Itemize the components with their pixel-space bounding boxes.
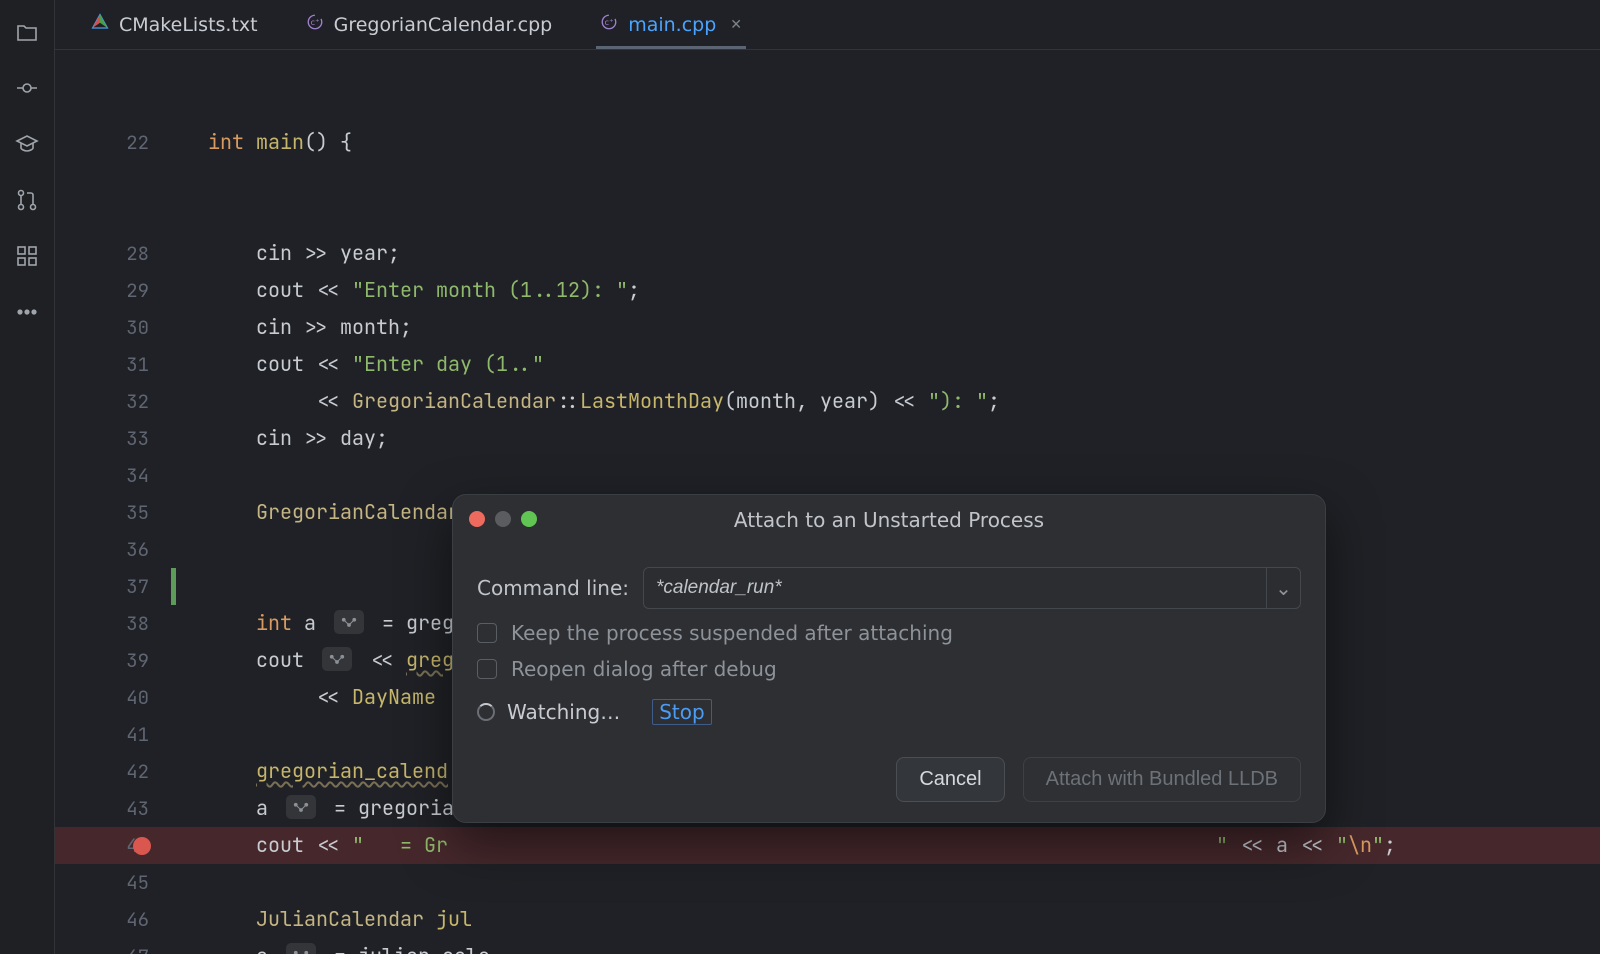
cmdline-label: Command line: [477, 576, 629, 600]
reopen-checkbox[interactable] [477, 659, 497, 679]
code-content: JulianCalendar jul [176, 901, 1600, 938]
code-line[interactable]: 47 a = julian_cale [55, 938, 1600, 954]
svg-text:c⁺: c⁺ [310, 17, 319, 27]
code-line[interactable]: 34 [55, 457, 1600, 494]
window-minimize-icon[interactable] [495, 511, 511, 527]
window-maximize-icon[interactable] [521, 511, 537, 527]
line-number: 40 [55, 679, 171, 716]
line-number: 34 [55, 457, 171, 494]
pull-requests-icon[interactable] [13, 186, 41, 214]
reopen-label: Reopen dialog after debug [511, 657, 777, 681]
spinner-icon [477, 703, 495, 721]
code-line[interactable]: 31 cout << "Enter day (1.." [55, 346, 1600, 383]
code-content: << GregorianCalendar::LastMonthDay(month… [176, 383, 1600, 420]
code-line[interactable]: 29 cout << "Enter month (1..12): "; [55, 272, 1600, 309]
attach-button[interactable]: Attach with Bundled LLDB [1023, 757, 1301, 802]
chevron-down-icon[interactable]: ⌄ [1266, 568, 1300, 608]
code-line[interactable]: 22 int main() { [55, 124, 1600, 161]
code-line[interactable]: 44 cout << " = Gr " << a << "\n"; [55, 827, 1600, 864]
cmdline-combobox[interactable]: ⌄ [643, 567, 1301, 609]
tab-label: main.cpp [628, 14, 716, 36]
code-line[interactable]: 28 cin >> year; [55, 235, 1600, 272]
line-number: 22 [55, 124, 171, 161]
code-line[interactable]: 30 cin >> month; [55, 309, 1600, 346]
more-icon[interactable] [13, 298, 41, 326]
keep-suspended-checkbox[interactable] [477, 623, 497, 643]
inlay-usages-icon[interactable] [286, 943, 316, 954]
code-content: cout << "Enter month (1..12): "; [176, 272, 1600, 309]
structure-icon[interactable] [13, 242, 41, 270]
inlay-usages-icon[interactable] [322, 647, 352, 671]
editor-tabs: CMakeLists.txt c⁺ GregorianCalendar.cpp … [55, 0, 1600, 50]
attach-process-dialog: Attach to an Unstarted Process Command l… [452, 494, 1326, 823]
line-number: 30 [55, 309, 171, 346]
line-number: 43 [55, 790, 171, 827]
code-content: cout << " = Gr " << a << "\n"; [176, 827, 1600, 864]
line-number: 47 [55, 938, 171, 954]
cmdline-input[interactable] [644, 577, 1266, 599]
tool-window-strip [0, 0, 55, 954]
line-number: 38 [55, 605, 171, 642]
cpp-file-icon: c⁺ [306, 13, 324, 36]
line-number: 28 [55, 235, 171, 272]
line-number: 45 [55, 864, 171, 901]
window-close-icon[interactable] [469, 511, 485, 527]
line-number: 35 [55, 494, 171, 531]
tab-cmakelists[interactable]: CMakeLists.txt [67, 0, 282, 49]
line-number: 39 [55, 642, 171, 679]
commit-icon[interactable] [13, 74, 41, 102]
line-number: 37 [55, 568, 171, 605]
line-number: 44 [55, 827, 171, 864]
line-number: 46 [55, 901, 171, 938]
inlay-usages-icon[interactable] [286, 795, 316, 819]
window-controls [469, 511, 537, 527]
tab-label: GregorianCalendar.cpp [334, 14, 553, 36]
breakpoint-icon[interactable] [133, 837, 151, 855]
stop-link[interactable]: Stop [652, 699, 711, 725]
cmake-file-icon [91, 13, 109, 36]
line-number: 33 [55, 420, 171, 457]
code-line[interactable]: 46 JulianCalendar jul [55, 901, 1600, 938]
code-line[interactable]: 32 << GregorianCalendar::LastMonthDay(mo… [55, 383, 1600, 420]
line-number: 41 [55, 716, 171, 753]
line-number: 29 [55, 272, 171, 309]
cancel-button[interactable]: Cancel [896, 757, 1004, 802]
learn-icon[interactable] [13, 130, 41, 158]
inlay-usages-icon[interactable] [334, 610, 364, 634]
keep-suspended-label: Keep the process suspended after attachi… [511, 621, 953, 645]
tab-gregorian[interactable]: c⁺ GregorianCalendar.cpp [282, 0, 577, 49]
dialog-title: Attach to an Unstarted Process [734, 508, 1044, 532]
code-content: cin >> day; [176, 420, 1600, 457]
code-content: cout << "Enter day (1.." [176, 346, 1600, 383]
line-number: 31 [55, 346, 171, 383]
cpp-file-icon: c⁺ [600, 13, 618, 36]
watching-label: Watching… [507, 700, 620, 724]
code-line[interactable]: 45 [55, 864, 1600, 901]
line-number: 32 [55, 383, 171, 420]
svg-text:c⁺: c⁺ [605, 17, 614, 27]
line-number: 42 [55, 753, 171, 790]
line-number: 36 [55, 531, 171, 568]
project-icon[interactable] [13, 18, 41, 46]
code-line[interactable]: 33 cin >> day; [55, 420, 1600, 457]
code-content: a = julian_cale [176, 938, 1600, 954]
close-icon[interactable]: ✕ [726, 17, 742, 33]
tab-label: CMakeLists.txt [119, 14, 258, 36]
code-content: cin >> year; [176, 235, 1600, 272]
code-content: cin >> month; [176, 309, 1600, 346]
dialog-titlebar: Attach to an Unstarted Process [453, 495, 1325, 545]
tab-main[interactable]: c⁺ main.cpp ✕ [576, 0, 766, 49]
